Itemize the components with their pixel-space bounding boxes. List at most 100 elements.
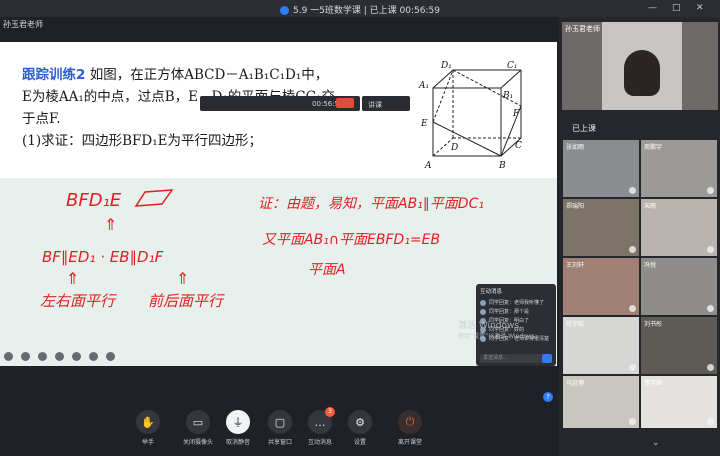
tool-pen-icon[interactable] bbox=[21, 352, 30, 361]
note-bfd1e: BFD₁E bbox=[66, 190, 122, 211]
presenter-name: 孙玉君老师 bbox=[3, 20, 43, 29]
student-video[interactable]: 宋雨 bbox=[641, 199, 717, 256]
student-name: 段宇航 bbox=[566, 321, 585, 328]
messages-label: 互动消息 bbox=[307, 439, 332, 446]
hand-icon: ✋ bbox=[136, 410, 160, 434]
meeting-toolbar: ✋ 举手 ▭ 关闭摄像头 ⏚ 取消静音 ▢ 共享窗口 … 3 互动消息 ⚙ 设置 … bbox=[0, 404, 557, 456]
cube-label-b1: B₁ bbox=[502, 91, 513, 101]
mini-window-label: 讲课 bbox=[368, 101, 382, 109]
leave-class-label: 离开课堂 bbox=[397, 439, 422, 446]
power-icon: ⏻ bbox=[398, 410, 422, 434]
student-name: 张如雨 bbox=[566, 144, 585, 151]
cube-diagram: D₁ C₁ A₁ B₁ E D F C A B bbox=[418, 61, 522, 171]
mic-icon bbox=[707, 187, 714, 194]
cube-label-a1: A₁ bbox=[418, 81, 429, 91]
help-icon[interactable]: ? bbox=[543, 392, 553, 402]
window-title: 5.9 一5班数学课 | 已上课 00:56:59 bbox=[0, 3, 720, 16]
raise-hand-label: 举手 bbox=[141, 439, 154, 446]
student-video[interactable]: 张如雨 bbox=[563, 140, 639, 197]
chat-send-button[interactable] bbox=[542, 354, 552, 363]
tool-gallery-icon[interactable] bbox=[72, 352, 81, 361]
tool-fullscreen-icon[interactable] bbox=[89, 352, 98, 361]
teacher-video[interactable]: 孙玉君老师 bbox=[562, 22, 718, 110]
chat-message: 同学回复：那个是 bbox=[476, 307, 556, 316]
student-name: 宋雨 bbox=[644, 203, 657, 210]
mic-icon bbox=[707, 418, 714, 425]
camera-off-button[interactable]: ▭ 关闭摄像头 bbox=[180, 410, 216, 446]
chat-input[interactable]: 发送消息… bbox=[480, 354, 543, 363]
tool-more-icon[interactable] bbox=[106, 352, 115, 361]
mic-icon bbox=[629, 364, 636, 371]
gear-icon: ⚙ bbox=[348, 410, 372, 434]
problem-line-4: (1)求证：四边形BFD₁E为平行四边形； bbox=[22, 133, 263, 149]
cube-label-f: F bbox=[512, 109, 520, 119]
whiteboard-tools[interactable] bbox=[0, 346, 119, 361]
student-name: 董宇琛 bbox=[644, 380, 663, 387]
problem-line-1: 如图，在正方体ABCD－A₁B₁C₁D₁中， bbox=[85, 67, 329, 83]
cube-front-face bbox=[432, 87, 502, 157]
window-titlebar: 5.9 一5班数学课 | 已上课 00:56:59 — □ ✕ bbox=[0, 0, 720, 17]
close-button[interactable]: ✕ bbox=[696, 3, 704, 13]
leave-class-button[interactable]: ⏻ 离开课堂 bbox=[392, 410, 428, 446]
student-name: 王刘轩 bbox=[566, 262, 585, 269]
mic-icon bbox=[629, 246, 636, 253]
student-video[interactable]: 郑瑞阳 bbox=[563, 199, 639, 256]
mic-icon bbox=[707, 364, 714, 371]
stop-share-button[interactable] bbox=[336, 98, 354, 108]
unread-badge: 3 bbox=[325, 407, 335, 417]
mic-icon bbox=[629, 187, 636, 194]
raise-hand-button[interactable]: ✋ 举手 bbox=[130, 410, 166, 446]
student-video[interactable]: 刘书彤 bbox=[641, 317, 717, 374]
cube-label-c1: C₁ bbox=[507, 61, 518, 71]
student-video[interactable]: 董宇琛 bbox=[641, 376, 717, 428]
student-video[interactable]: 马远博 bbox=[563, 376, 639, 428]
student-video[interactable]: 王刘轩 bbox=[563, 258, 639, 315]
student-name: 马远博 bbox=[566, 380, 585, 387]
mic-icon bbox=[629, 305, 636, 312]
screen-share-mini-controls[interactable]: 00:56:5 bbox=[200, 96, 360, 111]
student-video[interactable]: 周鹏宇 bbox=[641, 140, 717, 197]
maximize-button[interactable]: □ bbox=[672, 3, 681, 13]
settings-button[interactable]: ⚙ 设置 bbox=[342, 410, 378, 446]
camera-off-label: 关闭摄像头 bbox=[182, 439, 213, 446]
student-video[interactable]: 冯悦 bbox=[641, 258, 717, 315]
tool-play-icon[interactable] bbox=[4, 352, 13, 361]
cube-label-e: E bbox=[420, 119, 428, 129]
student-name: 冯悦 bbox=[644, 262, 657, 269]
messages-button[interactable]: … 3 互动消息 bbox=[302, 407, 338, 446]
teacher-figure bbox=[624, 50, 660, 96]
class-status: 已上课 bbox=[572, 124, 596, 133]
unmute-button[interactable]: ⏚ 取消静音 bbox=[220, 410, 256, 446]
tool-eraser-icon[interactable] bbox=[38, 352, 47, 361]
avatar-icon bbox=[480, 299, 486, 306]
note-proof-line-3: 平面A bbox=[308, 262, 346, 278]
student-name: 刘书彤 bbox=[644, 321, 663, 328]
mini-timer: 00:56:5 bbox=[312, 100, 339, 108]
mic-muted-icon: ⏚ bbox=[226, 410, 250, 434]
window-title-text: 5.9 一5班数学课 | 已上课 00:56:59 bbox=[293, 6, 440, 16]
mic-icon bbox=[707, 305, 714, 312]
arrow-up-3: ⇑ bbox=[176, 269, 189, 288]
arrow-up-2: ⇑ bbox=[66, 269, 79, 288]
cube-label-c: C bbox=[515, 141, 522, 151]
parallelogram-sketch bbox=[134, 189, 174, 207]
student-video[interactable]: 段宇航 bbox=[563, 317, 639, 374]
student-name: 周鹏宇 bbox=[644, 144, 663, 151]
mic-icon bbox=[707, 246, 714, 253]
chevron-down-icon[interactable]: ⌄ bbox=[652, 438, 660, 448]
note-front-back: 前后面平行 bbox=[148, 292, 225, 310]
unmute-label: 取消静音 bbox=[225, 439, 250, 446]
camera-icon: ▭ bbox=[186, 410, 210, 434]
share-window-button[interactable]: ▢ 共享窗口 bbox=[262, 410, 298, 446]
problem-tag: 跟踪训练2 bbox=[22, 67, 86, 83]
tool-capture-icon[interactable] bbox=[55, 352, 64, 361]
mini-window-lecture[interactable]: 讲课 bbox=[362, 96, 410, 111]
chat-bubble-icon: … 3 bbox=[308, 407, 335, 434]
live-icon bbox=[280, 6, 290, 15]
activate-windows-watermark: 激活 Windows 转到“设置”以激活 Windows。 bbox=[458, 321, 541, 340]
cube-label-d: D bbox=[450, 143, 458, 153]
minimize-button[interactable]: — bbox=[648, 3, 657, 13]
note-proof-line-1: 证：由题，易知，平面AB₁∥平面DC₁ bbox=[258, 196, 484, 212]
mic-icon bbox=[629, 418, 636, 425]
share-window-label: 共享窗口 bbox=[267, 439, 292, 446]
